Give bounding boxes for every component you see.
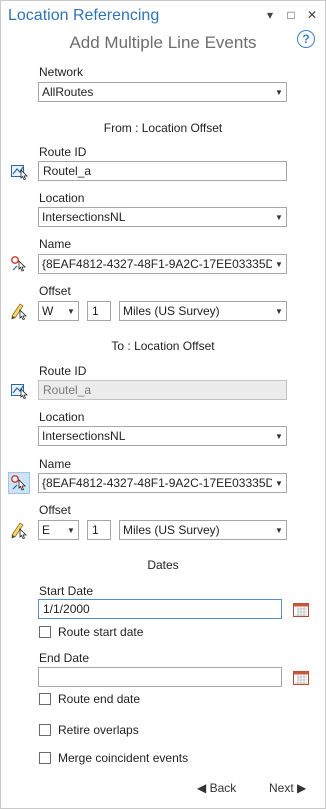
start-date-input[interactable]: 1/1/2000 — [38, 599, 282, 619]
to-units-value: Miles (US Survey) — [123, 523, 220, 537]
from-route-id-label: Route ID — [39, 145, 87, 159]
chevron-down-icon: ▼ — [275, 87, 283, 97]
network-value: AllRoutes — [42, 85, 94, 99]
from-location-dropdown[interactable]: IntersectionsNL ▼ — [38, 207, 287, 227]
to-name-dropdown[interactable]: {8EAF4812-4327-48F1-9A2C-17EE03335D4F ▼ — [38, 473, 287, 493]
from-direction-value: W — [42, 304, 54, 318]
dates-heading: Dates — [147, 558, 179, 572]
route-end-date-checkbox[interactable]: Route end date — [39, 692, 140, 706]
from-name-label: Name — [39, 237, 72, 251]
from-offset-label: Offset — [39, 284, 71, 298]
to-units-dropdown[interactable]: Miles (US Survey) ▼ — [119, 520, 287, 540]
from-direction-dropdown[interactable]: W ▼ — [38, 301, 79, 321]
checkbox-box — [39, 724, 51, 736]
chevron-down-icon: ▼ — [275, 431, 283, 441]
to-route-id-input[interactable]: Routel_a — [38, 380, 287, 400]
offset-picker-icon[interactable] — [9, 520, 29, 540]
from-units-value: Miles (US Survey) — [123, 304, 220, 318]
network-label: Network — [39, 65, 84, 79]
chevron-down-icon: ▼ — [275, 306, 283, 316]
to-name-value: {8EAF4812-4327-48F1-9A2C-17EE03335D4F — [42, 476, 272, 490]
route-picker-icon[interactable] — [9, 161, 29, 181]
chevron-down-icon: ▼ — [275, 525, 283, 535]
from-name-value: {8EAF4812-4327-48F1-9A2C-17EE03335D4F — [42, 257, 272, 271]
from-route-id-input[interactable]: Routel_a — [38, 161, 287, 181]
help-icon[interactable]: ? — [297, 30, 315, 48]
start-date-label: Start Date — [39, 584, 94, 598]
to-offset-input[interactable]: 1 — [87, 520, 111, 540]
pane-title: Location Referencing — [8, 7, 160, 24]
route-start-date-label: Route start date — [58, 625, 144, 639]
to-offset-label: Offset — [39, 503, 71, 517]
chevron-down-icon: ▼ — [275, 259, 283, 269]
to-direction-dropdown[interactable]: E ▼ — [38, 520, 79, 540]
from-units-dropdown[interactable]: Miles (US Survey) ▼ — [119, 301, 287, 321]
to-location-dropdown[interactable]: IntersectionsNL ▼ — [38, 426, 287, 446]
chevron-down-icon: ▼ — [67, 525, 75, 535]
checkbox-box — [39, 626, 51, 638]
point-picker-icon[interactable] — [9, 254, 29, 274]
maximize-icon[interactable]: □ — [285, 8, 297, 22]
route-start-date-checkbox[interactable]: Route start date — [39, 625, 143, 639]
to-route-id-label: Route ID — [39, 364, 87, 378]
offset-picker-icon[interactable] — [9, 301, 29, 321]
route-picker-icon[interactable] — [9, 380, 29, 400]
from-name-dropdown[interactable]: {8EAF4812-4327-48F1-9A2C-17EE03335D4F ▼ — [38, 254, 287, 274]
retire-overlaps-checkbox[interactable]: Retire overlaps — [39, 723, 139, 737]
to-name-label: Name — [39, 457, 72, 471]
to-location-value: IntersectionsNL — [42, 429, 126, 443]
from-location-value: IntersectionsNL — [42, 210, 126, 224]
from-heading: From : Location Offset — [103, 121, 223, 135]
from-location-label: Location — [39, 191, 85, 205]
merge-coincident-checkbox[interactable]: Merge coincident events — [39, 751, 188, 765]
back-button[interactable]: ◀ Back — [197, 781, 236, 795]
back-label: Back — [209, 781, 237, 795]
checkbox-box — [39, 752, 51, 764]
pane-menu-chevron-icon[interactable]: ▾ — [264, 8, 276, 22]
chevron-down-icon: ▼ — [67, 306, 75, 316]
route-end-date-label: Route end date — [58, 692, 141, 706]
calendar-icon[interactable] — [292, 600, 310, 618]
from-offset-input[interactable]: 1 — [87, 301, 111, 321]
back-arrow-icon: ◀ — [197, 781, 207, 795]
next-label: Next — [269, 781, 294, 795]
chevron-down-icon: ▼ — [275, 478, 283, 488]
checkbox-box — [39, 693, 51, 705]
point-picker-icon[interactable] — [8, 472, 30, 494]
chevron-down-icon: ▼ — [275, 212, 283, 222]
network-dropdown[interactable]: AllRoutes ▼ — [38, 82, 287, 102]
to-direction-value: E — [42, 523, 51, 537]
merge-coincident-label: Merge coincident events — [58, 751, 189, 765]
to-heading: To : Location Offset — [111, 339, 215, 353]
tool-title: Add Multiple Line Events — [69, 33, 257, 52]
close-icon[interactable]: ✕ — [306, 8, 318, 22]
calendar-icon[interactable] — [292, 668, 310, 686]
end-date-label: End Date — [39, 651, 90, 665]
retire-overlaps-label: Retire overlaps — [58, 723, 139, 737]
window-controls: ▾ □ ✕ — [264, 8, 318, 22]
next-arrow-icon: ▶ — [297, 781, 307, 795]
end-date-input[interactable] — [38, 667, 282, 687]
to-location-label: Location — [39, 410, 85, 424]
next-button[interactable]: Next ▶ — [269, 781, 306, 795]
